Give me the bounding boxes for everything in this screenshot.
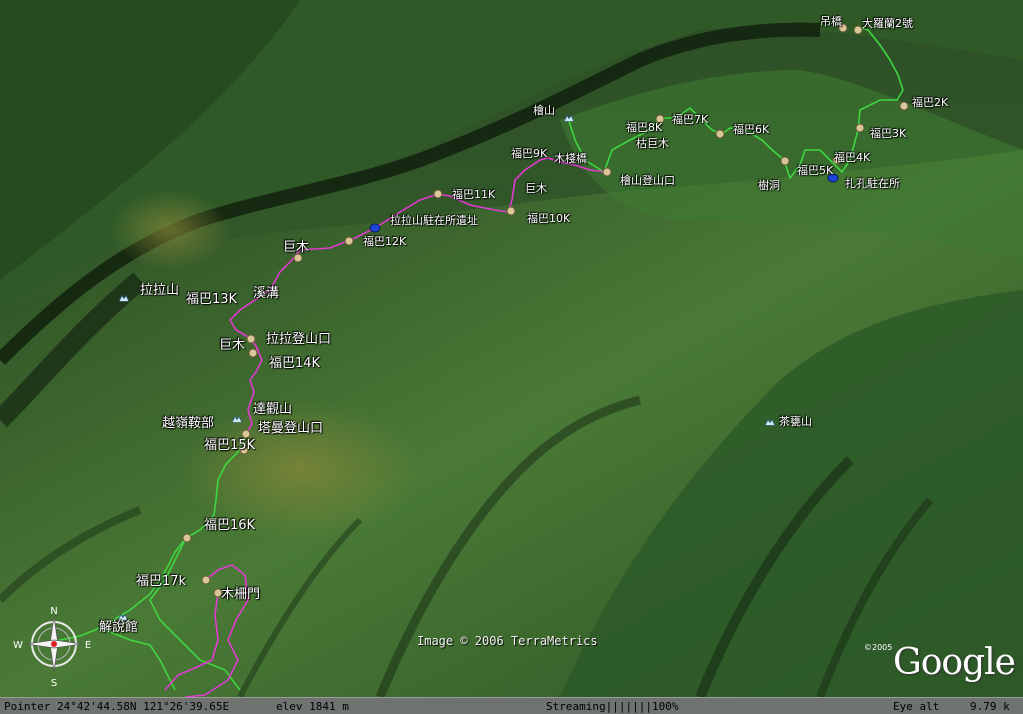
label-fuba-9k: 福巴9K	[511, 147, 548, 160]
waypoint-marker[interactable]	[344, 236, 354, 246]
label-dafulan: 大羅蘭2號	[862, 17, 913, 30]
mountain-icon[interactable]	[119, 294, 129, 302]
waypoint-marker[interactable]	[433, 189, 443, 199]
eye-altitude-value: 9.79 k	[970, 700, 1010, 713]
imagery-credit: Image © 2006 TerraMetrics	[417, 634, 598, 648]
label-diaoqiao: 吊橋	[820, 15, 842, 28]
station-marker[interactable]	[369, 223, 381, 233]
label-zhakong-station: 扎孔駐在所	[845, 177, 900, 190]
label-fuba-10k: 福巴10K	[527, 212, 571, 225]
waypoint-marker[interactable]	[855, 123, 865, 133]
label-kujumu: 枯巨木	[636, 137, 669, 150]
label-lala-station-ruins: 拉拉山駐在所遺址	[390, 214, 478, 227]
label-fuba-5k: 福巴5K	[797, 164, 834, 177]
waypoint-marker[interactable]	[182, 533, 192, 543]
label-fuba-13k: 福巴13K	[186, 292, 238, 307]
satellite-terrain[interactable]	[0, 0, 1023, 697]
label-chaweng-mountain: 茶甕山	[779, 415, 812, 428]
mountain-icon[interactable]	[765, 418, 775, 426]
compass-south: S	[51, 678, 57, 689]
label-fuba-2k: 福巴2K	[912, 96, 949, 109]
pointer-elevation: elev 1841 m	[276, 700, 349, 713]
label-fuba-6k: 福巴6K	[733, 123, 770, 136]
waypoint-marker[interactable]	[780, 156, 790, 166]
label-daguan-mountain: 達觀山	[253, 402, 293, 417]
logo-year: ©2005	[864, 643, 893, 652]
label-shudong: 樹洞	[758, 179, 780, 192]
label-fuba-4k: 福巴4K	[834, 151, 871, 164]
label-huishan: 檜山	[533, 104, 555, 117]
label-fuba-17k: 福巴17k	[136, 574, 187, 589]
google-logo: Google	[893, 642, 1016, 683]
label-yueling-saddle: 越嶺鞍部	[162, 416, 215, 431]
label-lalashan: 拉拉山	[140, 283, 180, 298]
waypoint-marker[interactable]	[506, 206, 516, 216]
mountain-icon[interactable]	[232, 415, 242, 423]
waypoint-marker[interactable]	[899, 101, 909, 111]
compass-north: N	[50, 606, 57, 617]
label-lala-trailhead: 拉拉登山口	[266, 332, 332, 347]
label-fuba-16k: 福巴16K	[204, 518, 256, 533]
label-huishan-trailhead: 檜山登山口	[620, 174, 675, 187]
label-jumu-2: 巨木	[283, 240, 310, 255]
label-fuba-11k: 福巴11K	[452, 188, 496, 201]
label-jumu-3: 巨木	[219, 338, 246, 353]
waypoint-marker[interactable]	[715, 129, 725, 139]
mountain-icon[interactable]	[564, 114, 574, 122]
pointer-coordinates: Pointer 24°42'44.58N 121°26'39.65E	[4, 700, 230, 713]
label-muzhamen: 木柵門	[221, 587, 261, 602]
map-viewport[interactable]: 吊橋 大羅蘭2號 福巴2K 福巴3K 福巴4K 福巴5K 扎孔駐在所 樹洞 福巴…	[0, 0, 1023, 714]
label-fuba-3k: 福巴3K	[870, 127, 907, 140]
streaming-progress: Streaming|||||||100%	[546, 700, 679, 713]
label-fuba-7k: 福巴7K	[672, 113, 709, 126]
waypoint-marker[interactable]	[248, 348, 258, 358]
waypoint-marker[interactable]	[602, 167, 612, 177]
compass-east: E	[85, 640, 91, 651]
label-xigou: 溪溝	[253, 286, 280, 301]
label-jumu-1: 巨木	[525, 182, 547, 195]
label-muzhan-bridge: 木棧橋	[554, 152, 587, 165]
compass-west: W	[13, 640, 23, 651]
label-visitor-center: 解說館	[99, 620, 139, 635]
label-fuba-8k: 福巴8K	[626, 121, 663, 134]
compass-icon[interactable]: N S E W	[6, 602, 102, 692]
label-fuba-14k: 福巴14K	[269, 356, 321, 371]
waypoint-marker[interactable]	[201, 575, 211, 585]
label-fuba-15k: 福巴15K	[204, 438, 256, 453]
label-taman-trailhead: 塔曼登山口	[258, 421, 324, 436]
eye-altitude-label: Eye alt	[893, 700, 940, 713]
label-fuba-12k: 福巴12K	[363, 235, 407, 248]
waypoint-marker[interactable]	[246, 334, 256, 344]
status-bar: Pointer 24°42'44.58N 121°26'39.65E elev …	[0, 697, 1023, 714]
